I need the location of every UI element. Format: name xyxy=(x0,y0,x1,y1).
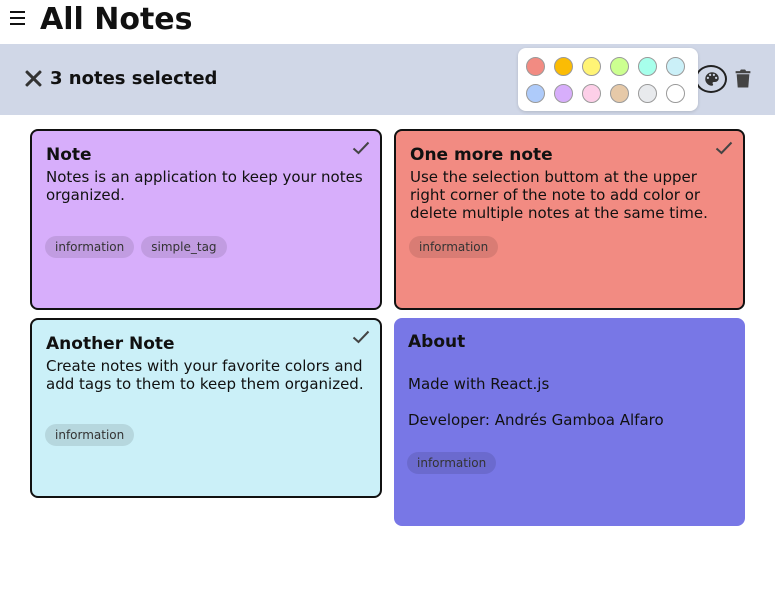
tag-chip[interactable]: information xyxy=(45,424,135,446)
color-swatch[interactable] xyxy=(610,57,629,76)
note-body-line: Developer: Andrés Gamboa Alfaro xyxy=(408,411,664,429)
note-body: Create notes with your favorite colors a… xyxy=(46,357,364,393)
hamburger-icon[interactable] xyxy=(10,11,26,27)
color-swatch[interactable] xyxy=(638,57,657,76)
color-swatch[interactable] xyxy=(554,84,573,103)
note-title: About xyxy=(408,332,466,352)
color-swatch[interactable] xyxy=(526,57,545,76)
color-swatch[interactable] xyxy=(638,84,657,103)
palette-icon xyxy=(705,72,719,86)
palette-button[interactable] xyxy=(695,65,727,93)
check-icon[interactable] xyxy=(715,141,733,155)
tag-chip[interactable]: information xyxy=(407,452,497,474)
note-card[interactable]: One more note Use the selection buttom a… xyxy=(394,129,745,310)
tag-list: information simple_tag xyxy=(45,236,227,258)
note-card[interactable]: Another Note Create notes with your favo… xyxy=(30,318,382,498)
note-card[interactable]: About Made with React.js Developer: Andr… xyxy=(394,318,745,526)
note-body-line: Made with React.js xyxy=(408,375,550,393)
app-header: All Notes xyxy=(0,0,775,44)
note-body: Notes is an application to keep your not… xyxy=(46,168,363,204)
note-title: Another Note xyxy=(46,334,175,354)
trash-icon[interactable] xyxy=(735,69,751,88)
color-swatch[interactable] xyxy=(666,57,685,76)
selection-count-label: 3 notes selected xyxy=(50,68,218,89)
color-swatch[interactable] xyxy=(582,84,601,103)
tag-list: information xyxy=(407,452,497,474)
color-swatch[interactable] xyxy=(610,84,629,103)
color-swatch[interactable] xyxy=(666,84,685,103)
tag-list: information xyxy=(45,424,135,446)
color-swatch[interactable] xyxy=(554,57,573,76)
tag-chip[interactable]: information xyxy=(409,236,499,258)
page-title: All Notes xyxy=(40,2,193,37)
check-icon[interactable] xyxy=(352,330,370,344)
tag-chip[interactable]: information xyxy=(45,236,135,258)
note-title: One more note xyxy=(410,145,553,165)
note-title: Note xyxy=(46,145,92,165)
tag-list: information xyxy=(409,236,499,258)
check-icon[interactable] xyxy=(352,141,370,155)
color-swatch[interactable] xyxy=(582,57,601,76)
tag-chip[interactable]: simple_tag xyxy=(141,236,227,258)
note-body: Use the selection buttom at the upper ri… xyxy=(410,168,708,222)
color-swatch[interactable] xyxy=(526,84,545,103)
close-icon[interactable] xyxy=(24,69,42,87)
color-picker-popup xyxy=(518,48,698,111)
note-card[interactable]: Note Notes is an application to keep you… xyxy=(30,129,382,310)
